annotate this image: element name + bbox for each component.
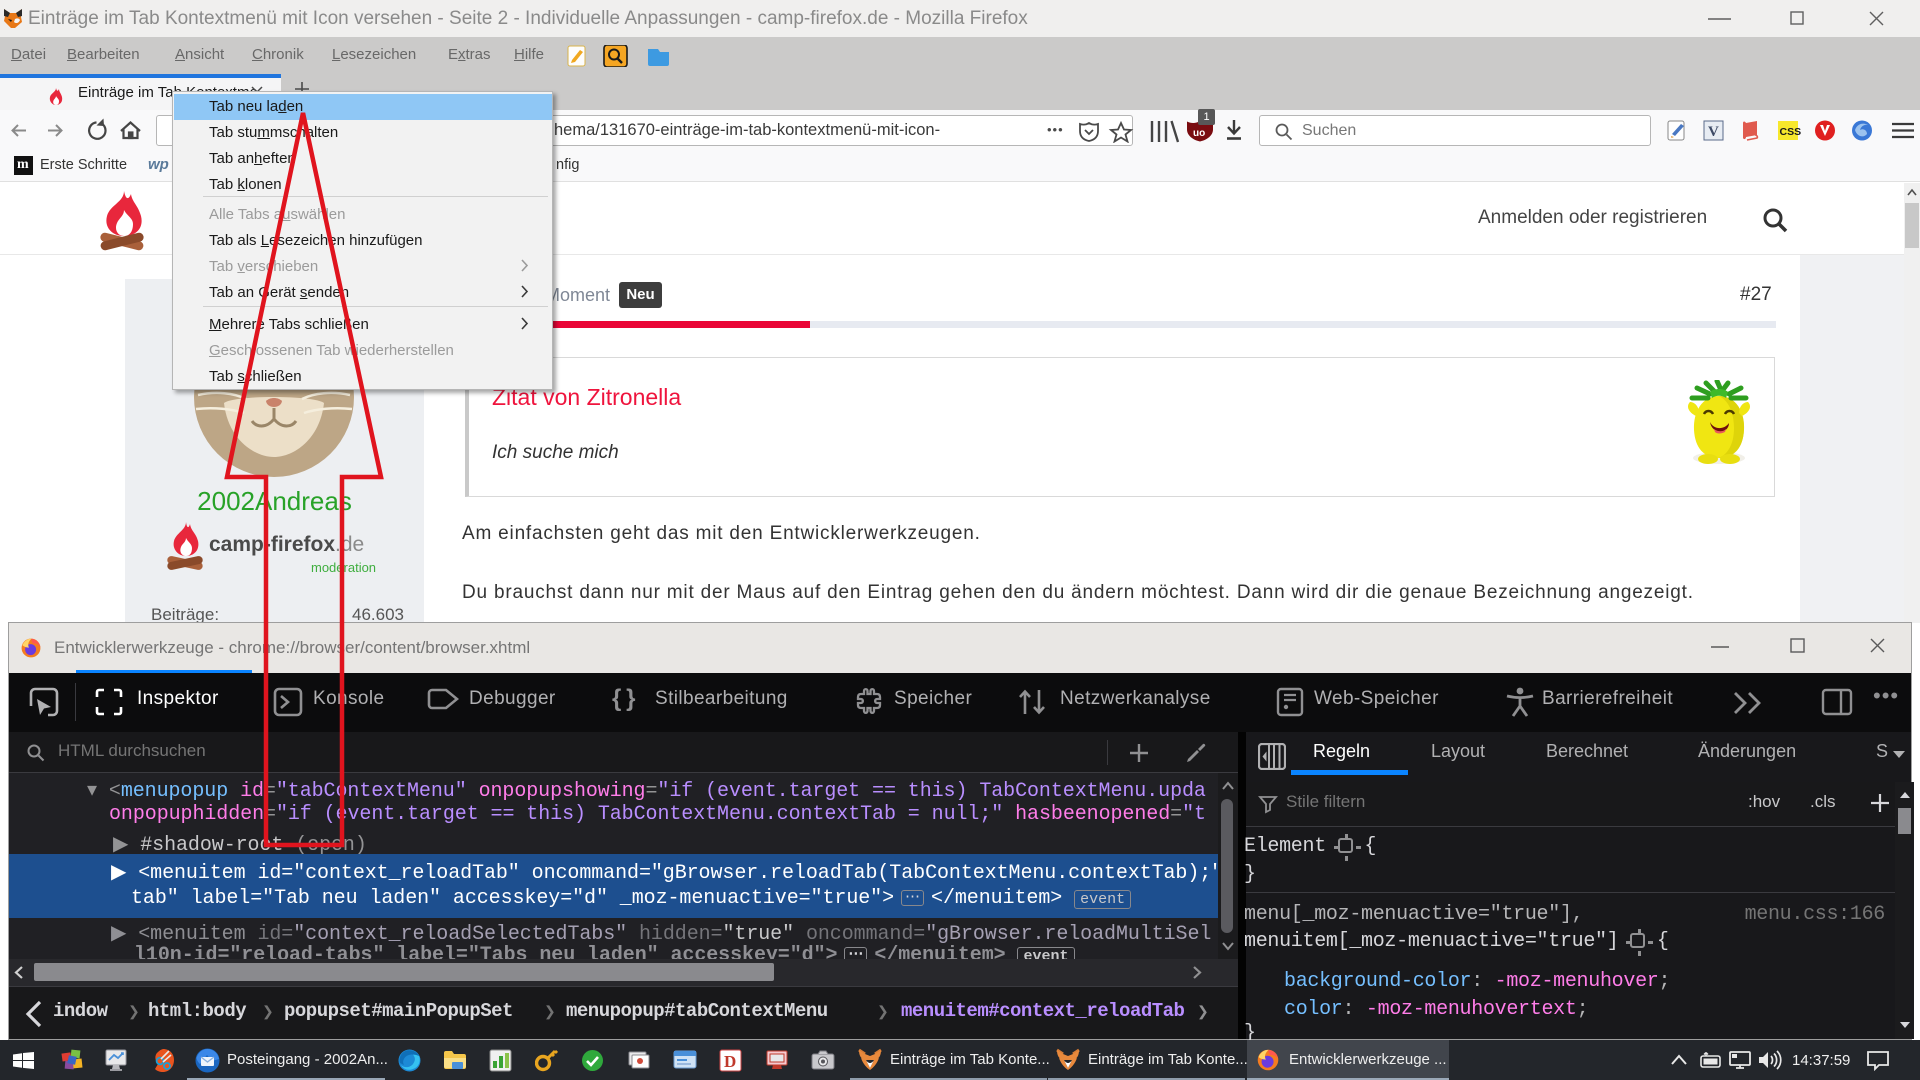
- svg-text:uo: uo: [1193, 128, 1205, 139]
- svg-text:CSS: CSS: [1780, 126, 1802, 138]
- svg-text:D: D: [724, 1052, 736, 1071]
- svg-text:V: V: [1708, 124, 1719, 140]
